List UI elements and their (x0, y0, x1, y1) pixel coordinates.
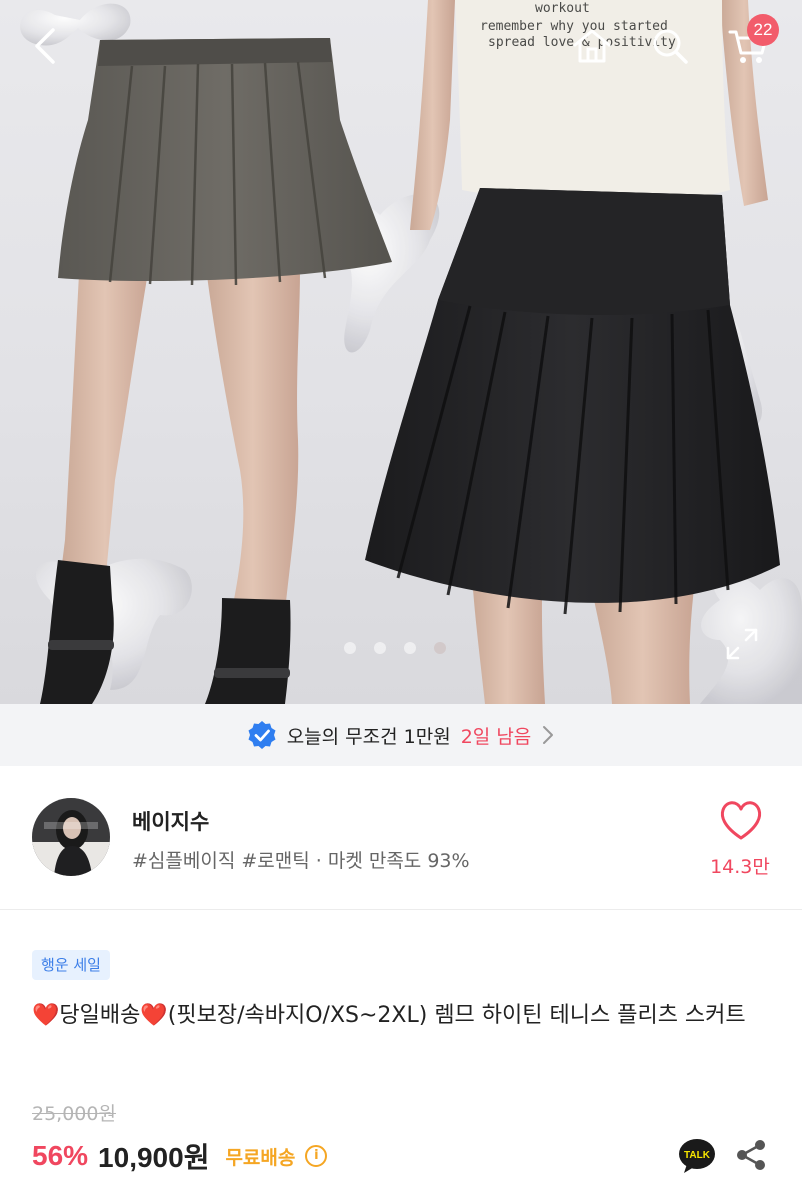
product-title: ❤️당일배송❤️(핏보장/속바지O/XS~2XL) 렘므 하이틴 테니스 플리츠… (32, 998, 772, 1034)
original-price: 25,000원 (32, 1103, 116, 1125)
home-button[interactable] (566, 20, 618, 72)
chevron-right-icon (543, 726, 554, 744)
expand-image-button[interactable] (722, 624, 762, 664)
info-icon[interactable]: i (305, 1145, 328, 1167)
carousel-dots (344, 642, 446, 654)
free-shipping-label: 무료배송 (225, 1146, 296, 1169)
lucky-sale-badge: 행운 세일 (32, 950, 110, 980)
discount-rate: 56% (32, 1140, 89, 1171)
title-text-mid: 당일배송 (59, 1003, 141, 1028)
promo-remaining: 2일 남음 (460, 725, 532, 748)
back-button[interactable] (20, 20, 72, 72)
search-button[interactable] (644, 20, 696, 72)
talk-bubble-icon: TALK (679, 1139, 715, 1173)
share-button[interactable] (734, 1138, 768, 1172)
like-button[interactable]: 14.3만 (700, 798, 782, 888)
verified-check-icon (248, 721, 276, 749)
sale-price: 10,900원 (98, 1142, 210, 1173)
promo-text: 오늘의 무조건 1만원 (286, 725, 451, 748)
carousel-dot[interactable] (404, 642, 416, 654)
price-row: 56% 10,900원 무료배송 i (32, 1136, 328, 1176)
shop-name[interactable]: 베이지수 (132, 806, 209, 836)
shirt-line-1: workout (535, 1, 590, 16)
like-count: 14.3만 (710, 856, 770, 878)
heart-icon (720, 801, 762, 840)
product-image-carousel[interactable]: workout remember why you started spread … (0, 0, 802, 704)
search-icon (653, 29, 688, 64)
kakao-talk-button[interactable]: TALK (678, 1138, 716, 1174)
carousel-dot[interactable] (374, 642, 386, 654)
carousel-dot[interactable] (344, 642, 356, 654)
product-photo: workout remember why you started spread … (20, 0, 802, 704)
share-icon (737, 1140, 765, 1170)
shop-row: 베이지수 #심플베이직 #로맨틱 · 마켓 만족도 93% 14.3만 (0, 766, 802, 910)
home-icon (573, 29, 611, 63)
cart-count-badge: 22 (747, 14, 779, 46)
promo-banner[interactable]: 오늘의 무조건 1만원 2일 남음 (0, 704, 802, 766)
expand-icon (726, 628, 758, 660)
avatar (32, 798, 110, 876)
carousel-dot-active[interactable] (434, 642, 446, 654)
heart-emoji: ❤️ (32, 1003, 60, 1028)
back-arrow-icon (35, 28, 55, 64)
heart-emoji: ❤️ (140, 1003, 168, 1028)
shop-avatar[interactable] (32, 798, 110, 876)
title-text: (핏보장/속바지O/XS~2XL) 렘므 하이틴 테니스 플리츠 스커트 (167, 1003, 746, 1028)
shop-tags: #심플베이직 #로맨틱 · 마켓 만족도 93% (132, 850, 470, 872)
talk-label: TALK (684, 1150, 711, 1161)
